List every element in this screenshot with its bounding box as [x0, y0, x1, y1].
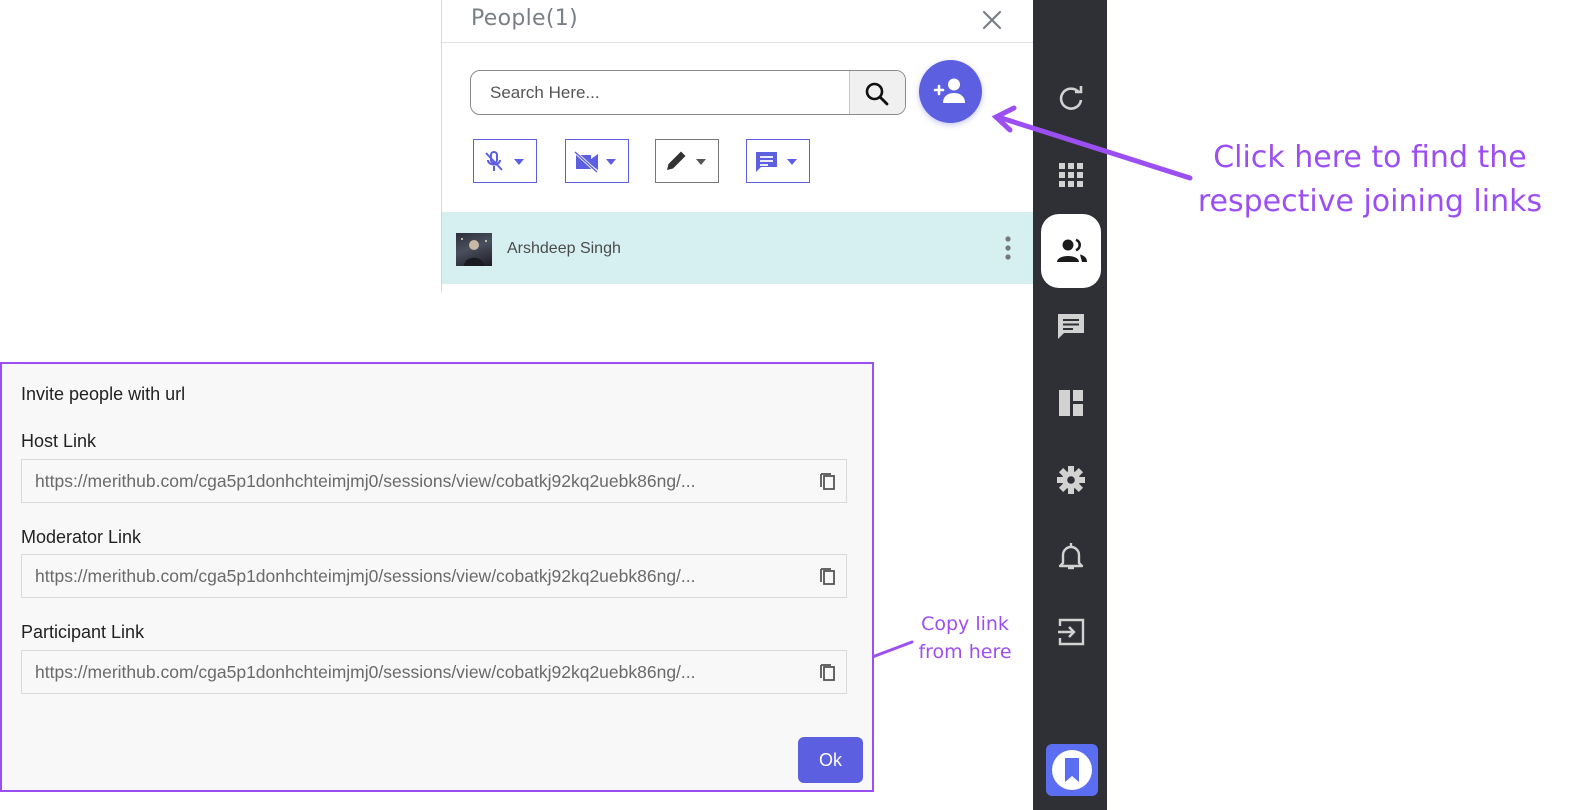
search-button[interactable]	[849, 71, 905, 114]
apps-button[interactable]	[1041, 145, 1101, 205]
people-icon	[1057, 238, 1087, 262]
participant-link-field[interactable]: https://merithub.com/cga5p1donhchteimjmj…	[21, 650, 847, 694]
search-icon	[865, 82, 889, 106]
apps-grid-icon	[1059, 163, 1083, 187]
moderator-link-url: https://merithub.com/cga5p1donhchteimjmj…	[35, 566, 696, 586]
mic-off-icon	[485, 151, 524, 171]
chat-icon	[756, 152, 797, 172]
add-person-icon	[933, 78, 965, 103]
host-link-label: Host Link	[21, 431, 97, 451]
settings-button[interactable]	[1041, 450, 1101, 510]
people-title: People(1)	[471, 6, 578, 31]
brand-logo[interactable]	[1046, 744, 1098, 796]
right-toolbar	[1033, 0, 1107, 810]
participant-row[interactable]: Arshdeep Singh	[442, 212, 1034, 284]
pen-filter-dropdown[interactable]	[655, 139, 719, 183]
close-button[interactable]	[980, 8, 1004, 32]
mic-filter-dropdown[interactable]	[473, 139, 537, 183]
people-panel: People(1) Search Here... Arshdeep Singh	[441, 0, 1034, 292]
video-filter-dropdown[interactable]	[565, 139, 629, 183]
annotation-line: from here	[918, 641, 1012, 663]
copy-moderator-link-button[interactable]	[817, 565, 839, 587]
host-link-field[interactable]: https://merithub.com/cga5p1donhchteimjmj…	[21, 459, 847, 503]
participant-name: Arshdeep Singh	[507, 240, 621, 257]
add-person-button[interactable]	[919, 60, 982, 123]
search-input[interactable]	[471, 71, 849, 114]
more-vertical-icon	[1005, 236, 1011, 260]
avatar	[456, 233, 492, 266]
video-off-icon	[573, 150, 616, 174]
pencil-icon	[667, 151, 706, 170]
copy-icon	[820, 568, 835, 585]
moderator-link-label: Moderator Link	[21, 527, 142, 547]
copy-participant-link-button[interactable]	[817, 661, 839, 683]
copy-icon	[820, 473, 835, 490]
more-options-button[interactable]	[998, 232, 1018, 264]
ok-button[interactable]: Ok	[798, 737, 863, 783]
invite-title: Invite people with url	[21, 384, 186, 404]
search-box	[470, 70, 906, 115]
moderator-link-field[interactable]: https://merithub.com/cga5p1donhchteimjmj…	[21, 554, 847, 598]
chat-filter-dropdown[interactable]	[746, 139, 810, 183]
annotation-line: Copy link	[921, 613, 1009, 635]
host-link-url: https://merithub.com/cga5p1donhchteimjmj…	[35, 471, 696, 491]
exit-button[interactable]	[1041, 602, 1101, 662]
copy-host-link-button[interactable]	[817, 470, 839, 492]
chat-button[interactable]	[1041, 296, 1101, 356]
annotation-line: Click here to find the	[1213, 140, 1527, 175]
chat-icon	[1058, 314, 1084, 339]
refresh-icon	[1059, 86, 1083, 110]
layout-icon	[1059, 390, 1083, 416]
notifications-button[interactable]	[1041, 526, 1101, 586]
bookmark-logo-icon	[1052, 750, 1092, 790]
annotation-line: respective joining links	[1197, 184, 1543, 219]
refresh-button[interactable]	[1041, 68, 1101, 128]
settings-icon	[1057, 466, 1085, 494]
layout-button[interactable]	[1041, 373, 1101, 433]
people-button[interactable]	[1041, 214, 1101, 288]
people-header: People(1)	[442, 0, 1034, 43]
participant-link-label: Participant Link	[21, 622, 145, 642]
invite-dialog: Invite people with url Host Link https:/…	[0, 362, 874, 792]
participant-link-url: https://merithub.com/cga5p1donhchteimjmj…	[35, 662, 696, 682]
annotation-copy-link: Copy link from here	[904, 610, 1026, 666]
exit-icon	[1058, 618, 1085, 646]
annotation-find-links: Click here to find the respective joinin…	[1190, 136, 1550, 224]
bell-icon	[1058, 543, 1084, 570]
close-icon	[982, 10, 1002, 30]
copy-icon	[820, 664, 835, 681]
